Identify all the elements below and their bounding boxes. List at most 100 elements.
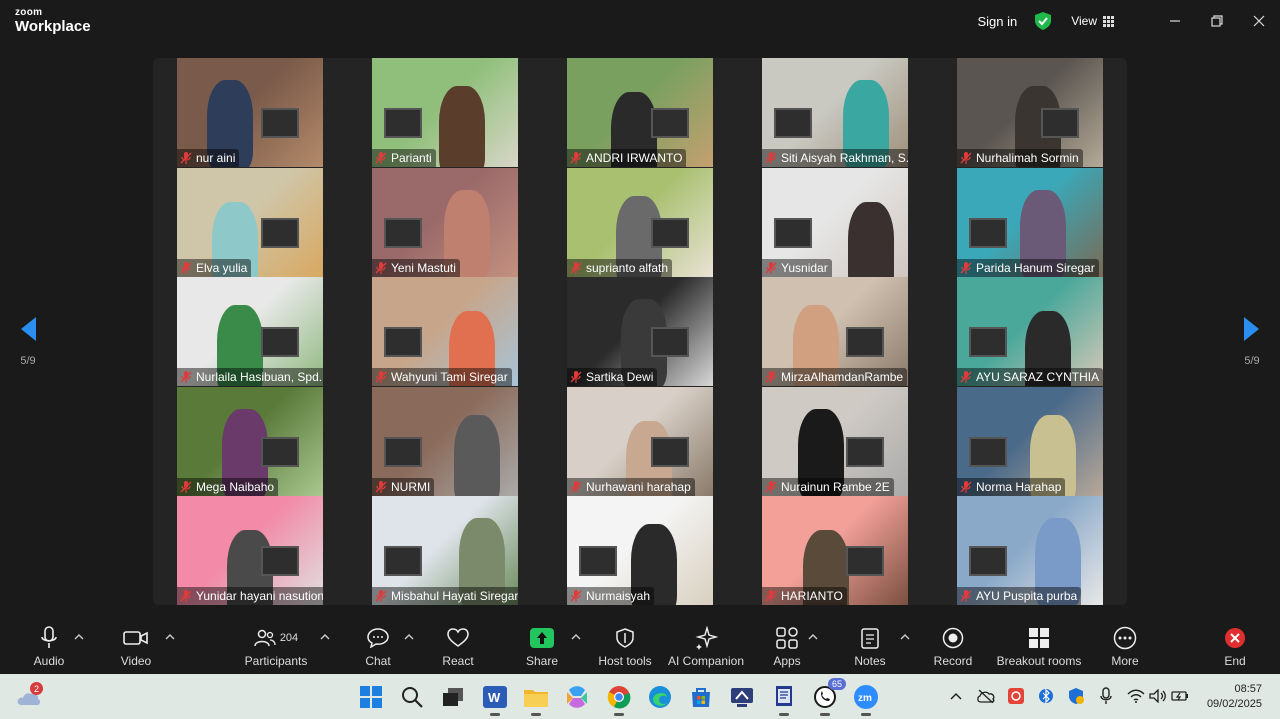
participant-name-bar: Norma Harahap xyxy=(957,478,1066,496)
brand-bottom: Workplace xyxy=(15,18,91,35)
end-x-icon xyxy=(1225,628,1245,648)
battery-tray[interactable] xyxy=(1170,686,1190,706)
participant-name-bar: AYU SARAZ CYNTHIA xyxy=(957,368,1103,386)
previous-page-button[interactable]: 5/9 xyxy=(8,316,48,367)
participant-tile[interactable]: Nurmaisyah xyxy=(567,496,713,605)
remote-app[interactable] xyxy=(727,682,757,712)
sync-tray[interactable] xyxy=(1006,686,1026,706)
participant-tile[interactable]: AYU Puspita purba xyxy=(957,496,1103,605)
participant-tile[interactable]: Norma Harahap xyxy=(957,387,1103,496)
meeting-toolbar: Audio Video 204 Participants Chat React … xyxy=(0,619,1280,674)
participants-label: Participants xyxy=(244,654,308,668)
cloud-offline-tray[interactable] xyxy=(976,686,996,706)
participant-tile[interactable]: Yeni Mastuti xyxy=(372,168,518,277)
weather-notification-badge: 2 xyxy=(30,682,43,695)
participant-tile[interactable]: Parida Hanum Siregar xyxy=(957,168,1103,277)
participant-tile[interactable]: Parianti xyxy=(372,58,518,167)
sign-in-button[interactable]: Sign in xyxy=(977,14,1017,29)
copilot-app[interactable] xyxy=(562,682,592,712)
participant-tile[interactable]: suprianto alfath xyxy=(567,168,713,277)
participant-name-bar: HARIANTO xyxy=(762,587,847,605)
apps-options-caret[interactable] xyxy=(808,633,818,641)
participants-options-caret[interactable] xyxy=(320,633,330,641)
participant-tile[interactable]: Nurhalimah Sormin xyxy=(957,58,1103,167)
reader-app[interactable] xyxy=(769,682,799,716)
whatsapp-app[interactable]: 65 xyxy=(810,678,846,716)
participant-tile[interactable]: Elva yulia xyxy=(177,168,323,277)
edge-app[interactable] xyxy=(645,682,675,712)
participant-tile[interactable]: Siti Aisyah Rakhman, S.Pd.I xyxy=(762,58,908,167)
end-meeting-button[interactable]: End xyxy=(1218,619,1252,674)
minimize-button[interactable] xyxy=(1154,0,1196,42)
host-tools-button[interactable]: Host tools xyxy=(598,619,652,674)
close-icon xyxy=(1253,15,1265,27)
participant-tile[interactable]: NURMI xyxy=(372,387,518,496)
participant-tile[interactable]: Misbahul Hayati Siregar xyxy=(372,496,518,605)
participant-name: Wahyuni Tami Siregar xyxy=(391,370,508,384)
participant-tile[interactable]: Yusnidar xyxy=(762,168,908,277)
participant-tile[interactable]: nur aini xyxy=(177,58,323,167)
participant-tile[interactable]: Yunidar hayani nasution spdi xyxy=(177,496,323,605)
wifi-icon xyxy=(1127,689,1145,703)
more-button[interactable]: More xyxy=(1106,619,1144,674)
participant-tile[interactable]: Mega Naibaho xyxy=(177,387,323,496)
record-button[interactable]: Record xyxy=(932,619,974,674)
participant-tile[interactable]: HARIANTO xyxy=(762,496,908,605)
wifi-tray[interactable] xyxy=(1126,686,1146,706)
volume-tray[interactable] xyxy=(1148,686,1168,706)
share-button[interactable]: Share xyxy=(522,619,562,674)
laptop-shape xyxy=(774,108,812,138)
participant-tile[interactable]: Wahyuni Tami Siregar xyxy=(372,277,518,386)
security-tray[interactable] xyxy=(1066,686,1086,706)
start-button[interactable] xyxy=(356,682,386,712)
task-view-button[interactable] xyxy=(438,682,468,712)
file-explorer-app[interactable] xyxy=(521,682,551,716)
chat-button[interactable]: Chat xyxy=(360,619,396,674)
participant-silhouette xyxy=(454,415,500,496)
chrome-app[interactable] xyxy=(604,682,634,716)
arrow-left-icon xyxy=(21,317,36,341)
zoom-app[interactable]: zm xyxy=(851,682,881,716)
breakout-rooms-button[interactable]: Breakout rooms xyxy=(996,619,1082,674)
participant-tile[interactable]: Nurainun Rambe 2E xyxy=(762,387,908,496)
participant-name-bar: Parianti xyxy=(372,149,436,167)
svg-text:W: W xyxy=(488,690,501,705)
restore-button[interactable] xyxy=(1196,0,1238,42)
participant-name-bar: Parida Hanum Siregar xyxy=(957,259,1099,277)
apps-button[interactable]: Apps xyxy=(770,619,804,674)
muted-microphone-icon xyxy=(960,481,972,493)
search-button[interactable] xyxy=(397,682,427,712)
participant-name-bar: Nurmaisyah xyxy=(567,587,655,605)
participants-button[interactable]: 204 Participants xyxy=(244,619,308,674)
participant-tile[interactable]: AYU SARAZ CYNTHIA xyxy=(957,277,1103,386)
security-shield-icon[interactable] xyxy=(1035,12,1052,30)
react-button[interactable]: React xyxy=(440,619,476,674)
share-screen-icon xyxy=(530,628,554,648)
ai-companion-button[interactable]: AI Companion xyxy=(668,619,744,674)
participant-tile[interactable]: Sartika Dewi xyxy=(567,277,713,386)
audio-button[interactable]: Audio xyxy=(28,619,70,674)
microphone-tray[interactable] xyxy=(1096,686,1116,706)
participant-tile[interactable]: Nurlaila Hasibuan, Spd.I xyxy=(177,277,323,386)
sparkle-icon xyxy=(695,626,718,650)
chat-options-caret[interactable] xyxy=(404,633,414,641)
system-clock[interactable]: 08:57 09/02/2025 xyxy=(1207,682,1262,712)
show-hidden-icons-button[interactable] xyxy=(946,686,966,706)
word-app[interactable]: W xyxy=(480,682,510,716)
close-button[interactable] xyxy=(1238,0,1280,42)
notes-options-caret[interactable] xyxy=(900,633,910,641)
participant-tile[interactable]: Nurhawani harahap xyxy=(567,387,713,496)
next-page-button[interactable]: 5/9 xyxy=(1232,316,1272,367)
video-options-caret[interactable] xyxy=(165,633,175,641)
video-button[interactable]: Video xyxy=(114,619,158,674)
share-options-caret[interactable] xyxy=(571,633,581,641)
muted-microphone-icon xyxy=(180,481,192,493)
notes-button[interactable]: Notes xyxy=(852,619,888,674)
participant-tile[interactable]: ANDRI IRWANTO xyxy=(567,58,713,167)
participant-tile[interactable]: MirzaAlhamdanRambe xyxy=(762,277,908,386)
video-gallery: nur aini Parianti ANDRI IRWANTO Siti Aisyah… xyxy=(153,58,1127,605)
audio-options-caret[interactable] xyxy=(74,633,84,641)
bluetooth-tray[interactable] xyxy=(1036,686,1056,706)
microsoft-store-app[interactable] xyxy=(686,682,716,712)
view-button[interactable]: View xyxy=(1071,14,1114,28)
